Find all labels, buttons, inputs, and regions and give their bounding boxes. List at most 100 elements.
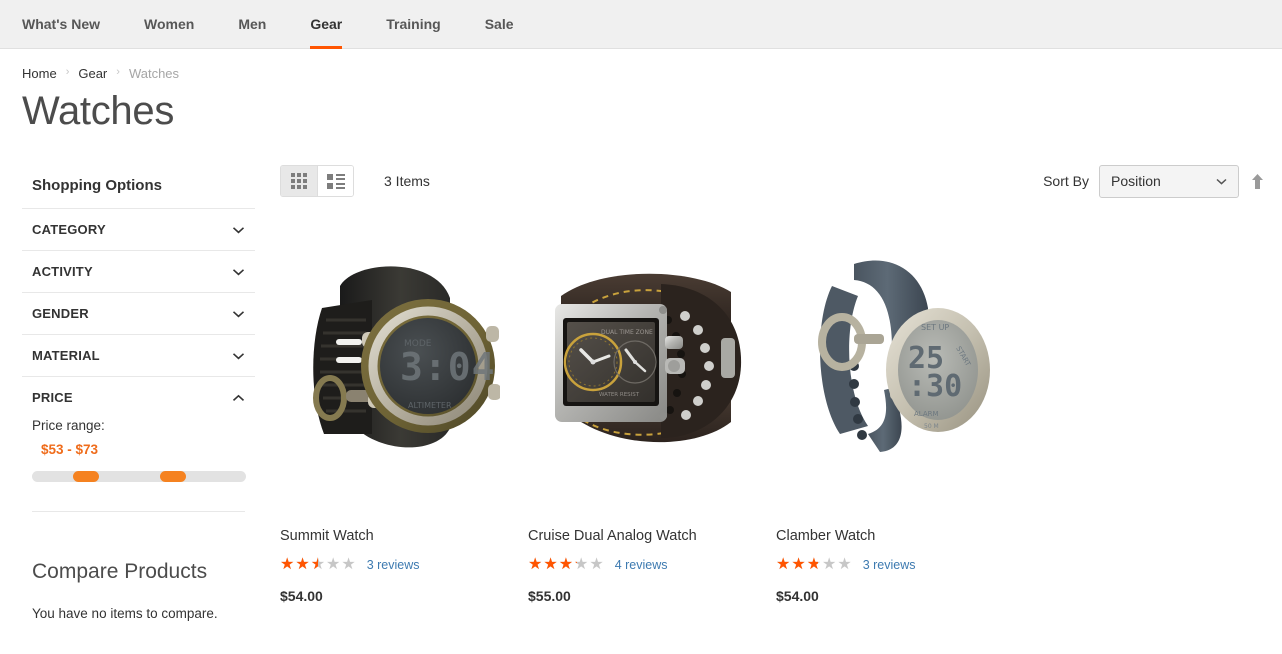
filter-price-body: Price range: $53 - $73 (32, 418, 246, 498)
filter-label: GENDER (32, 306, 89, 321)
product-price: $54.00 (280, 588, 323, 605)
shopping-options-title: Shopping Options (32, 177, 162, 194)
main-navigation: What's New Women Men Gear Training Sale (0, 0, 1282, 49)
grid-view-button[interactable] (281, 166, 317, 196)
reviews-link[interactable]: 4 reviews (615, 558, 668, 572)
breadcrumb-item-gear[interactable]: Gear (78, 66, 107, 81)
product-rating: ★★★★★ ★★★★★ 4 reviews (528, 557, 776, 573)
price-slider-max-handle[interactable] (160, 471, 187, 482)
compare-products-title: Compare Products (32, 560, 208, 583)
chevron-down-icon (232, 310, 245, 317)
sort-by-value: Position (1111, 173, 1161, 189)
view-mode-switcher (280, 165, 354, 197)
svg-text::30: :30 (908, 369, 962, 404)
star-rating: ★★★★★ ★★★★★ (776, 557, 853, 573)
product-toolbar: 3 Items Sort By Position (280, 161, 1264, 201)
compare-products-empty-message: You have no items to compare. (32, 606, 218, 621)
nav-item-women[interactable]: Women (144, 0, 194, 49)
svg-text:ALARM: ALARM (914, 410, 939, 418)
grid-view-icon (291, 173, 307, 189)
breadcrumb: Home › Gear › Watches (0, 49, 1282, 81)
svg-text:SET UP: SET UP (921, 323, 949, 332)
filter-material-header[interactable]: MATERIAL (32, 335, 245, 376)
chevron-down-icon (232, 352, 245, 359)
product-card: 3:04 MODE ALTIMETER Summit Watch ★★★★★ ★… (280, 223, 528, 604)
svg-text:MODE: MODE (404, 339, 432, 349)
filter-gender[interactable]: GENDER (22, 293, 255, 335)
filter-label: MATERIAL (32, 348, 100, 363)
breadcrumb-separator-icon: › (116, 65, 120, 78)
product-name[interactable]: Summit Watch (280, 527, 528, 545)
stars-filled: ★★★★★ (528, 557, 577, 574)
nav-item-training[interactable]: Training (386, 0, 440, 49)
product-rating: ★★★★★ ★★★★★ 3 reviews (280, 557, 528, 573)
nav-item-label: Men (238, 16, 267, 32)
breadcrumb-item-home[interactable]: Home (22, 66, 57, 81)
cruise-dual-analog-watch-image: DUAL TIME ZONE WATER RESIST (555, 273, 742, 443)
filter-activity[interactable]: ACTIVITY (22, 251, 255, 293)
product-card: 25 :30 SET UP ALARM 50 M START Clamber W… (776, 223, 1024, 604)
breadcrumb-separator-icon: › (65, 65, 70, 78)
chevron-down-icon (232, 226, 245, 233)
product-card: DUAL TIME ZONE WATER RESIST Cruise Dual … (528, 223, 776, 604)
star-rating: ★★★★★ ★★★★★ (528, 557, 605, 573)
sidebar: Shopping Options CATEGORY ACTIVITY GENDE… (0, 147, 255, 621)
filter-category-header[interactable]: CATEGORY (32, 209, 245, 250)
stars-filled: ★★★★★ (280, 557, 318, 574)
clamber-watch-photo[interactable]: 25 :30 SET UP ALARM 50 M START (776, 223, 1016, 513)
filter-price[interactable]: PRICE Price range: $53 - $73 (22, 377, 255, 498)
product-listing: 3 Items Sort By Position 3:04 MODE ALTIM… (255, 147, 1282, 621)
filter-label: CATEGORY (32, 222, 106, 237)
product-grid: 3:04 MODE ALTIMETER Summit Watch ★★★★★ ★… (280, 223, 1264, 604)
chevron-down-icon (1216, 178, 1227, 185)
svg-text:DUAL TIME ZONE: DUAL TIME ZONE (601, 329, 653, 336)
page-layout: Shopping Options CATEGORY ACTIVITY GENDE… (0, 135, 1282, 621)
svg-text:WATER RESIST: WATER RESIST (599, 392, 640, 398)
nav-item-gear[interactable]: Gear (310, 0, 342, 49)
nav-item-sale[interactable]: Sale (485, 0, 514, 49)
product-name[interactable]: Cruise Dual Analog Watch (528, 527, 776, 545)
price-slider-min-handle[interactable] (72, 471, 99, 482)
reviews-link[interactable]: 3 reviews (367, 558, 420, 572)
summit-watch-photo[interactable]: 3:04 MODE ALTIMETER (280, 223, 520, 513)
nav-item-label: What's New (22, 16, 101, 32)
stars-filled: ★★★★★ (776, 557, 819, 574)
nav-item-label: Training (386, 16, 441, 32)
sidebar-divider (32, 511, 245, 512)
star-rating: ★★★★★ ★★★★★ (280, 557, 357, 573)
filter-price-header[interactable]: PRICE (32, 377, 245, 418)
toolbar-sort-controls: Sort By Position (1043, 164, 1264, 198)
product-price: $55.00 (528, 588, 571, 605)
list-view-button[interactable] (317, 166, 353, 196)
sort-by-select[interactable]: Position (1099, 164, 1239, 198)
product-name[interactable]: Clamber Watch (776, 527, 1024, 545)
product-rating: ★★★★★ ★★★★★ 3 reviews (776, 557, 1024, 573)
filter-gender-header[interactable]: GENDER (32, 293, 245, 334)
item-count: 3 Items (384, 173, 430, 189)
summit-watch-image: 3:04 MODE ALTIMETER (313, 266, 500, 448)
filter-activity-header[interactable]: ACTIVITY (32, 251, 245, 292)
svg-text:3:04: 3:04 (400, 345, 496, 389)
sort-by-label: Sort By (1043, 173, 1089, 189)
svg-text:50 M: 50 M (924, 423, 939, 430)
cruise-dual-analog-watch-photo[interactable]: DUAL TIME ZONE WATER RESIST (528, 223, 768, 513)
chevron-up-icon (232, 394, 245, 401)
breadcrumb-item-watches: Watches (128, 65, 180, 81)
page-title: Watches (22, 89, 175, 133)
nav-item-whats-new[interactable]: What's New (22, 0, 100, 49)
svg-text:ALTIMETER: ALTIMETER (408, 401, 452, 410)
price-range-value: $53 - $73 (41, 442, 99, 457)
sort-direction-button[interactable] (1251, 173, 1264, 190)
nav-item-label: Sale (484, 16, 514, 32)
filter-label: PRICE (32, 390, 73, 405)
price-slider-track[interactable] (32, 471, 246, 482)
nav-item-men[interactable]: Men (238, 0, 266, 49)
reviews-link[interactable]: 3 reviews (863, 558, 916, 572)
filter-category[interactable]: CATEGORY (22, 209, 255, 251)
product-price: $54.00 (776, 588, 819, 605)
filter-material[interactable]: MATERIAL (22, 335, 255, 377)
price-range-slider[interactable] (32, 471, 246, 482)
price-range-label: Price range: (32, 418, 105, 433)
nav-item-label: Women (144, 16, 195, 32)
list-view-icon (326, 173, 345, 189)
